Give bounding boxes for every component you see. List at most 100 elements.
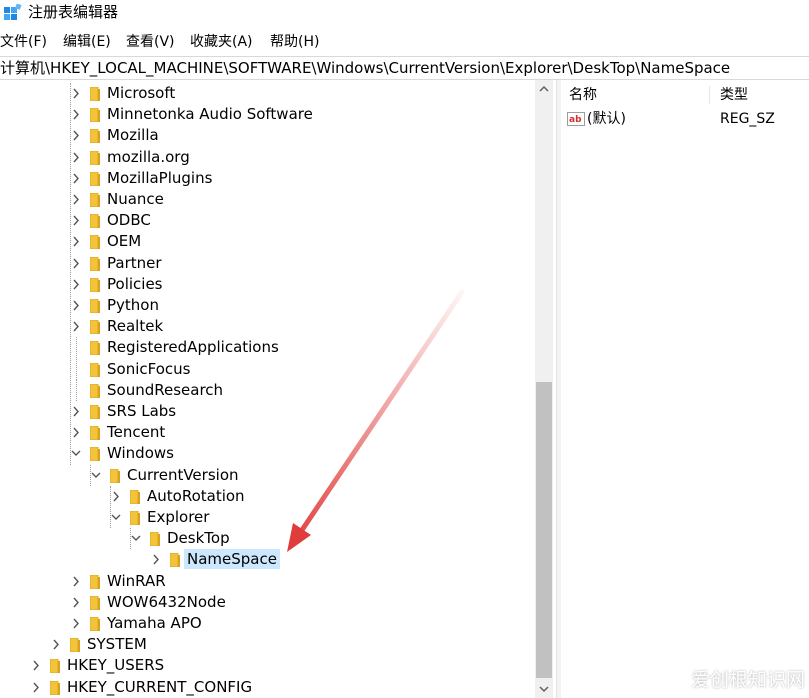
chevron-right-icon[interactable] [30, 655, 42, 676]
tree-item[interactable]: Python [73, 295, 162, 316]
folder-icon [90, 426, 100, 441]
tree-item[interactable]: ODBC [73, 210, 154, 231]
column-separator[interactable] [709, 86, 710, 104]
watermark-text: 爱创根知识网 [690, 669, 805, 691]
chevron-down-icon[interactable] [70, 443, 82, 464]
tree-item-label: DeskTop [167, 529, 230, 548]
tree-item[interactable]: Mozilla [73, 125, 162, 146]
tree-item[interactable]: Microsoft [73, 83, 178, 104]
tree-item[interactable]: Tencent [73, 422, 168, 443]
folder-icon [90, 214, 100, 229]
tree-item[interactable]: SoundResearch [76, 379, 226, 401]
tree-scrollbar[interactable] [535, 80, 553, 698]
chevron-right-icon[interactable] [70, 125, 82, 146]
chevron-right-icon[interactable] [70, 274, 82, 295]
tree-item-label: SoundResearch [107, 380, 224, 399]
folder-icon [90, 362, 100, 377]
chevron-down-icon[interactable] [110, 507, 122, 528]
folder-icon [50, 680, 60, 695]
chevron-right-icon[interactable] [70, 168, 82, 189]
chevron-down-icon[interactable] [130, 528, 142, 549]
tree-item[interactable]: WinRAR [73, 571, 169, 592]
column-header-type[interactable]: 类型 [720, 84, 748, 106]
tree-item[interactable]: CurrentVersion [91, 465, 242, 486]
chevron-right-icon[interactable] [70, 295, 82, 316]
folder-icon [70, 638, 80, 653]
tree-item[interactable]: OEM [73, 231, 144, 252]
folder-icon [90, 617, 100, 631]
tree-item[interactable]: Realtek [73, 316, 166, 337]
tree-item[interactable]: SonicFocus [76, 358, 193, 380]
folder-icon [90, 171, 100, 186]
tree-item[interactable]: Minnetonka Audio Software [73, 104, 316, 125]
tree-item[interactable]: DeskTop [131, 528, 233, 549]
chevron-right-icon[interactable] [70, 316, 82, 337]
tree-item[interactable]: WOW6432Node [73, 592, 229, 613]
tree-item[interactable]: AutoRotation [113, 486, 248, 507]
tree-item[interactable]: RegisteredApplications [76, 337, 282, 359]
folder-icon [90, 150, 100, 165]
menu-favorites[interactable]: 收藏夹(A) [190, 30, 253, 54]
tree-item[interactable]: NameSpace [153, 549, 280, 570]
chevron-right-icon[interactable] [70, 147, 82, 168]
tree-item[interactable]: mozilla.org [73, 147, 193, 168]
tree-guide-line [76, 358, 77, 380]
folder-icon [90, 277, 100, 292]
scroll-thumb[interactable] [536, 382, 552, 678]
tree-item-label: Minnetonka Audio Software [107, 105, 313, 124]
tree-item-label: Realtek [107, 317, 164, 336]
tree-item-label: Mozilla [107, 126, 159, 145]
folder-icon [90, 447, 100, 462]
chevron-right-icon[interactable] [70, 401, 82, 422]
column-header-name[interactable]: 名称 [569, 84, 597, 106]
tree-item[interactable]: Policies [73, 274, 165, 295]
chevron-right-icon[interactable] [150, 549, 162, 570]
tree-item-label: Tencent [107, 423, 166, 442]
list-item[interactable]: ab (默认) REG_SZ [561, 108, 809, 130]
tree-item[interactable]: Yamaha APO [73, 613, 205, 634]
tree-item-label: SYSTEM [87, 635, 147, 654]
tree-item[interactable]: HKEY_USERS [33, 655, 167, 676]
chevron-down-icon[interactable] [90, 465, 102, 486]
folder-icon [90, 320, 100, 335]
chevron-right-icon[interactable] [30, 677, 42, 698]
tree-item[interactable]: Nuance [73, 189, 167, 210]
svg-text:ab: ab [569, 115, 582, 125]
tree-item[interactable]: Partner [73, 253, 165, 274]
chevron-right-icon[interactable] [70, 422, 82, 443]
folder-icon [90, 235, 100, 250]
string-value-icon: ab [567, 112, 585, 126]
value-list: 名称 类型 ab (默认) REG_SZ [561, 80, 809, 698]
chevron-right-icon[interactable] [70, 613, 82, 634]
menu-file[interactable]: 文件(F) [0, 30, 47, 54]
chevron-right-icon[interactable] [70, 253, 82, 274]
address-path[interactable]: 计算机\HKEY_LOCAL_MACHINE\SOFTWARE\Windows\… [0, 57, 730, 79]
chevron-right-icon[interactable] [110, 486, 122, 507]
chevron-right-icon[interactable] [70, 189, 82, 210]
address-bar[interactable]: 计算机\HKEY_LOCAL_MACHINE\SOFTWARE\Windows\… [0, 56, 809, 80]
menu-help[interactable]: 帮助(H) [270, 30, 319, 54]
menu-edit[interactable]: 编辑(E) [63, 30, 111, 54]
tree-item-label: Yamaha APO [107, 614, 202, 632]
menu-view[interactable]: 查看(V) [126, 30, 175, 54]
chevron-right-icon[interactable] [50, 634, 62, 655]
tree-item[interactable]: SYSTEM [53, 634, 150, 655]
chevron-right-icon[interactable] [70, 592, 82, 613]
tree-item[interactable]: HKEY_CURRENT_CONFIG [33, 677, 255, 698]
tree-item-label: Policies [107, 274, 163, 293]
folder-icon [90, 341, 100, 356]
chevron-right-icon[interactable] [70, 231, 82, 252]
tree-item[interactable]: MozillaPlugins [73, 168, 215, 189]
value-type: REG_SZ [720, 111, 775, 127]
scroll-down-arrow-icon[interactable] [535, 680, 553, 698]
chevron-right-icon[interactable] [70, 83, 82, 104]
tree-item[interactable]: Explorer [111, 507, 212, 528]
chevron-right-icon[interactable] [70, 210, 82, 231]
chevron-right-icon[interactable] [70, 104, 82, 125]
chevron-right-icon[interactable] [70, 571, 82, 592]
scroll-up-arrow-icon[interactable] [535, 80, 553, 98]
registry-editor-icon [4, 4, 22, 20]
tree-item-label: mozilla.org [107, 147, 190, 166]
tree-item[interactable]: Windows [71, 443, 177, 464]
tree-item[interactable]: SRS Labs [73, 401, 179, 422]
